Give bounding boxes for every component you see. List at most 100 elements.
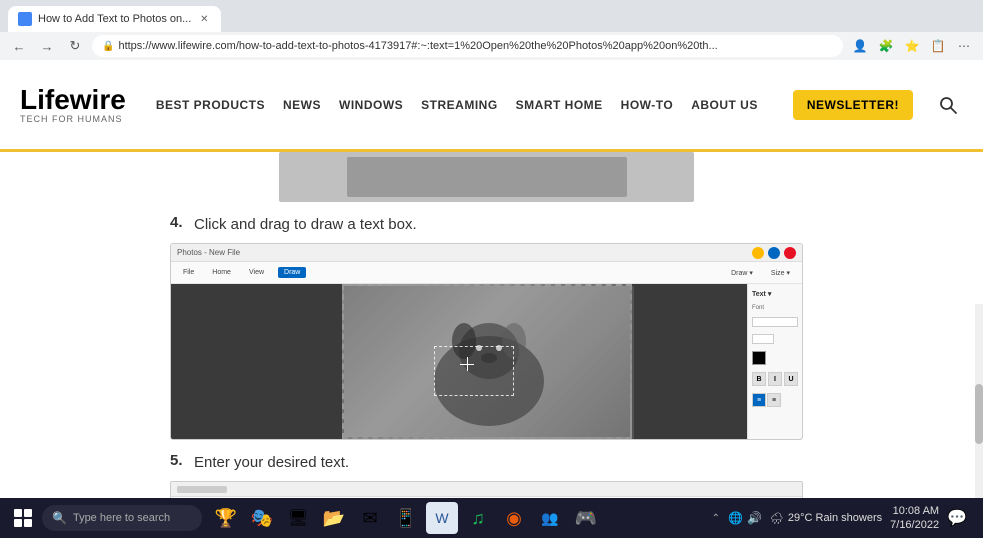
taskbar-search[interactable]: 🔍 Type here to search (42, 505, 202, 531)
nav-windows[interactable]: WINDOWS (339, 98, 403, 112)
taskbar-app-mail[interactable]: ✉ (354, 502, 386, 534)
taskbar-app-phone[interactable]: 📱 (390, 502, 422, 534)
site-header: Lifewire TECH FOR HUMANS BEST PRODUCTS N… (0, 60, 983, 152)
start-button[interactable] (8, 503, 38, 533)
taskbar-app-word[interactable]: W (426, 502, 458, 534)
logo-tagline: TECH FOR HUMANS (20, 114, 126, 124)
logo-area[interactable]: Lifewire TECH FOR HUMANS (20, 86, 126, 124)
step-5-text: Enter your desired text. (194, 452, 349, 473)
toolbar-draw[interactable]: Draw (278, 267, 306, 278)
extensions-button[interactable]: 🧩 (875, 35, 897, 57)
align-center-btn[interactable]: ≡ (767, 393, 781, 407)
tray-overflow-button[interactable]: ⌃ (712, 513, 720, 524)
address-text: https://www.lifewire.com/how-to-add-text… (118, 40, 833, 52)
weather-text: 29°C Rain showers (788, 512, 882, 524)
nav-streaming[interactable]: STREAMING (421, 98, 498, 112)
browser-toolbar: ← → ↻ 🔒 https://www.lifewire.com/how-to-… (0, 32, 983, 60)
nav-news[interactable]: NEWS (283, 98, 321, 112)
nav-about-us[interactable]: ABOUT US (691, 98, 758, 112)
panel-align-buttons: ≡ ≡ (752, 393, 798, 407)
right-panel: Text ▾ Font B I U (747, 284, 802, 439)
favorites-button[interactable]: ⭐ (901, 35, 923, 57)
panel-font-label: Font (752, 305, 764, 311)
nav-smart-home[interactable]: SMART HOME (516, 98, 603, 112)
taskbar-app-trophy[interactable]: 🏆 (210, 502, 242, 534)
maximize-btn[interactable] (768, 247, 780, 259)
article-content: 4. Click and drag to draw a text box. Ph… (0, 152, 983, 535)
app-canvas: Text ▾ Font B I U (171, 284, 802, 439)
close-btn[interactable] (784, 247, 796, 259)
toolbar-actions: 👤 🧩 ⭐ 📋 ⋯ (849, 35, 975, 57)
toolbar-draw-label: Draw ▾ (727, 267, 757, 279)
nav-how-to[interactable]: HOW-TO (621, 98, 674, 112)
tray-network-icon[interactable]: 🌐 (728, 511, 743, 525)
step-4-text: Click and drag to draw a text box. (194, 214, 417, 235)
underline-button[interactable]: U (784, 372, 798, 386)
browser-chrome: How to Add Text to Photos on... ✕ ← → ↻ … (0, 0, 983, 60)
taskbar: 🔍 Type here to search 🏆 🎭 🖥 📂 ✉ 📱 W ♫ ◉ … (0, 498, 983, 538)
step-4-number: 4. (170, 214, 190, 231)
minimize-btn[interactable] (752, 247, 764, 259)
align-left-btn[interactable]: ≡ (752, 393, 766, 407)
panel-size-input[interactable] (752, 334, 774, 344)
taskbar-app-monitor[interactable]: 🖥 (282, 502, 314, 534)
forward-button[interactable]: → (36, 35, 58, 57)
browser-tabs: How to Add Text to Photos on... ✕ (0, 0, 983, 32)
panel-title: Text ▾ (752, 290, 798, 298)
notification-center-button[interactable]: 💬 (947, 508, 967, 528)
italic-button[interactable]: I (768, 372, 782, 386)
main-nav: BEST PRODUCTS NEWS WINDOWS STREAMING SMA… (156, 98, 773, 112)
more-button[interactable]: ⋯ (953, 35, 975, 57)
clock-time: 10:08 AM (890, 504, 939, 518)
toolbar-file[interactable]: File (179, 267, 198, 278)
tray-weather[interactable]: 🌧 29°C Rain showers (770, 512, 882, 525)
panel-color-swatch[interactable] (752, 351, 766, 365)
taskbar-search-icon: 🔍 (52, 511, 67, 525)
tab-close-button[interactable]: ✕ (197, 12, 211, 26)
app-titlebar: Photos - New File (171, 244, 802, 262)
taskbar-app-folder[interactable]: 📂 (318, 502, 350, 534)
tab-favicon (18, 12, 32, 26)
step-4-screenshot: Photos - New File File Home View Draw Dr… (170, 243, 803, 440)
step-5-row: 5. Enter your desired text. (170, 452, 803, 473)
taskbar-app-music[interactable]: ♫ (462, 502, 494, 534)
taskbar-app-teams[interactable]: 👥 (534, 502, 566, 534)
app-toolbar: File Home View Draw Draw ▾ Size ▾ (171, 262, 802, 284)
taskbar-app-masks[interactable]: 🎭 (246, 502, 278, 534)
back-button[interactable]: ← (8, 35, 30, 57)
toolbar-home[interactable]: Home (208, 267, 235, 278)
system-tray: ⌃ 🌐 🔊 🌧 29°C Rain showers 10:08 AM 7/16/… (712, 504, 975, 533)
panel-font-input[interactable] (752, 317, 798, 327)
collections-button[interactable]: 📋 (927, 35, 949, 57)
panel-size-row (752, 334, 798, 344)
profile-button[interactable]: 👤 (849, 35, 871, 57)
app-title-text: Photos - New File (177, 248, 748, 257)
website-content: Lifewire TECH FOR HUMANS BEST PRODUCTS N… (0, 60, 983, 535)
toolbar-size-label: Size ▾ (767, 267, 794, 279)
clock-date: 7/16/2022 (890, 518, 939, 532)
lock-icon: 🔒 (102, 41, 114, 52)
step-5-number: 5. (170, 452, 190, 469)
scrollbar-thumb[interactable] (975, 384, 983, 444)
bold-button[interactable]: B (752, 372, 766, 386)
taskbar-app-browser[interactable]: ◉ (498, 502, 530, 534)
tray-clock[interactable]: 10:08 AM 7/16/2022 (890, 504, 939, 533)
refresh-button[interactable]: ↻ (64, 35, 86, 57)
tray-icons: 🌐 🔊 (728, 511, 762, 525)
newsletter-button[interactable]: NEWSLETTER! (793, 90, 913, 120)
nav-best-products[interactable]: BEST PRODUCTS (156, 98, 265, 112)
photos-app-sim: Photos - New File File Home View Draw Dr… (171, 244, 802, 439)
logo-text: Lifewire (20, 86, 126, 114)
toolbar-view[interactable]: View (245, 267, 268, 278)
canvas-image (342, 284, 632, 439)
step5-titlebar-text (177, 486, 227, 493)
address-bar[interactable]: 🔒 https://www.lifewire.com/how-to-add-te… (92, 35, 843, 57)
weather-icon: 🌧 (770, 512, 784, 525)
active-tab[interactable]: How to Add Text to Photos on... ✕ (8, 6, 221, 32)
taskbar-app-game[interactable]: 🎮 (570, 502, 602, 534)
step3-image-bottom (170, 152, 803, 202)
search-button[interactable] (933, 90, 963, 120)
taskbar-search-placeholder: Type here to search (73, 512, 170, 524)
search-icon (938, 95, 958, 115)
tray-volume-icon[interactable]: 🔊 (747, 511, 762, 525)
